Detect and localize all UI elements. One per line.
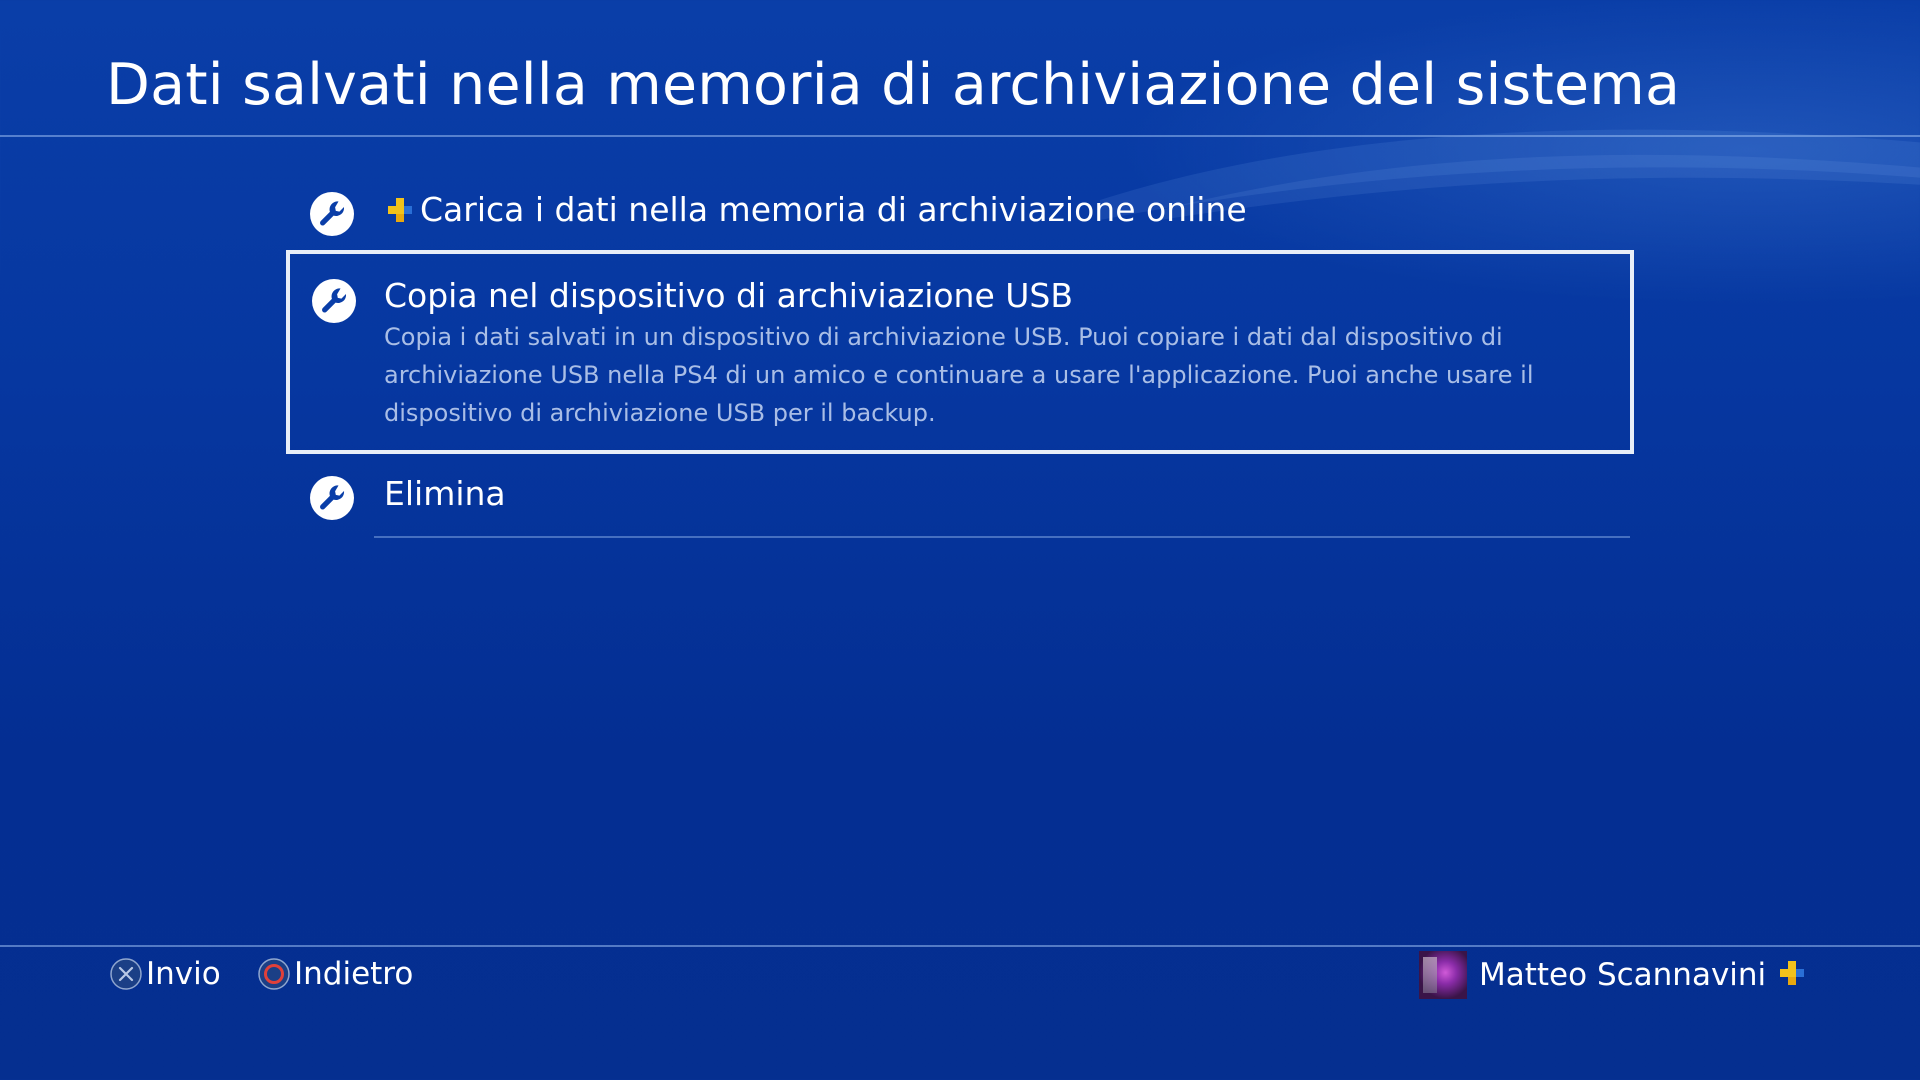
back-label: Indietro: [294, 956, 414, 992]
menu-item-label: Elimina: [384, 474, 506, 513]
back-button[interactable]: Indietro: [258, 954, 413, 994]
menu-item-label: Carica i dati nella memoria di archiviaz…: [420, 190, 1247, 229]
cross-button-icon: [110, 958, 142, 990]
page-title: Dati salvati nella memoria di archiviazi…: [106, 52, 1681, 118]
menu-item-upload-online[interactable]: Carica i dati nella memoria di archiviaz…: [286, 190, 1634, 252]
menu-item-copy-usb[interactable]: Copia nel dispositivo di archiviazione U…: [286, 250, 1634, 454]
menu-item-description: Copia i dati salvati in un dispositivo d…: [384, 323, 1534, 427]
psplus-icon: [1778, 959, 1806, 991]
menu-item-label: Copia nel dispositivo di archiviazione U…: [384, 276, 1074, 315]
avatar: [1419, 951, 1467, 999]
wrench-icon: [311, 278, 357, 324]
circle-button-icon: [258, 958, 290, 990]
psplus-icon: [386, 196, 414, 228]
wrench-icon: [309, 475, 355, 521]
user-profile[interactable]: Matteo Scannavini: [1419, 950, 1806, 1000]
user-name: Matteo Scannavini: [1479, 957, 1767, 993]
footer-divider: [0, 945, 1920, 947]
wrench-icon: [309, 191, 355, 237]
enter-label: Invio: [146, 956, 221, 992]
menu-divider: [374, 536, 1630, 538]
enter-button[interactable]: Invio: [110, 954, 221, 994]
menu-item-delete[interactable]: Elimina: [286, 474, 1634, 536]
header-divider: [0, 135, 1920, 137]
